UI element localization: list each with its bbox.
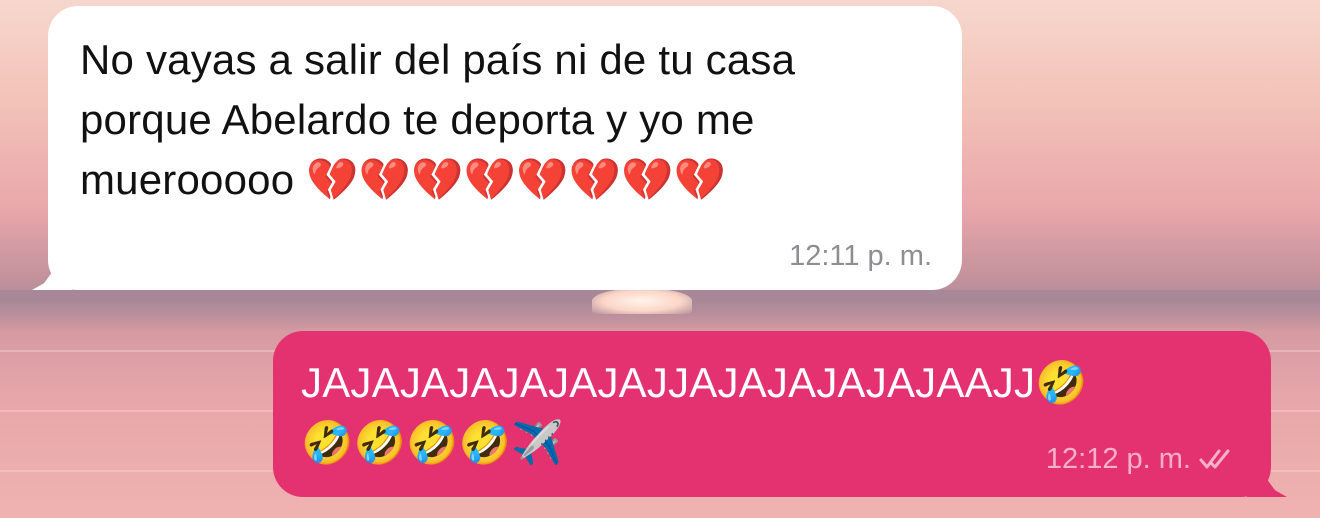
message-line: No vayas a salir del país ni de tu casa (80, 36, 796, 83)
bubble-tail (1247, 463, 1287, 497)
message-line: muerooooo 💔💔💔💔💔💔💔💔 (80, 156, 727, 203)
incoming-message-bubble[interactable]: No vayas a salir del país ni de tu casa … (32, 6, 962, 290)
sunset-sun (592, 288, 692, 314)
incoming-message-text: No vayas a salir del país ni de tu casa … (80, 30, 940, 210)
double-check-icon (1199, 449, 1230, 469)
bubble-tail (32, 256, 72, 290)
message-line: porque Abelardo te deporta y yo me (80, 96, 755, 143)
message-line: JAJAJAJAJAJAJAJJAJAJAJAJAJAAJJ🤣 (301, 359, 1088, 406)
outgoing-message-bubble[interactable]: JAJAJAJAJAJAJAJJAJAJAJAJAJAAJJ🤣 🤣🤣🤣🤣✈️ 1… (273, 331, 1287, 497)
message-timestamp: 12:12 p. m. (1045, 443, 1191, 475)
message-timestamp: 12:11 p. m. (789, 240, 932, 272)
message-meta: 12:12 p. m. (1046, 443, 1231, 475)
